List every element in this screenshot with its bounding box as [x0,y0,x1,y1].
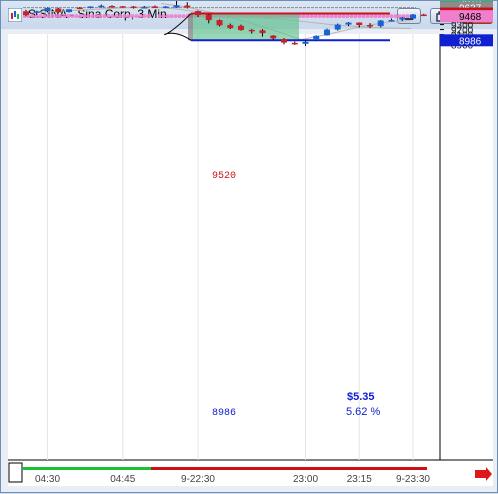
candle-body [66,9,72,13]
candle-body [216,20,223,26]
candle-body [302,41,309,44]
price-level-label: 8986 [459,36,482,47]
candle-body [345,22,352,25]
price-axis [440,34,493,460]
candle-body [356,22,363,26]
candle-body [130,6,137,9]
x-tick-label: 9-23:30 [396,474,430,485]
candle-body [109,6,115,8]
trade-range-shadow [188,13,193,41]
x-tick-label: 23:00 [293,474,318,485]
candle-body [195,11,201,16]
candle-body [313,35,320,41]
candle-body [55,8,62,13]
chart-navigator-box[interactable] [8,462,23,483]
candle-body [152,6,158,9]
candle-body [248,29,255,32]
candle-body [98,5,105,8]
candle-body [238,25,244,31]
candle-body [76,7,83,10]
x-tick-label: 23:15 [347,474,372,485]
candle-body [87,6,94,9]
candle-body [270,35,277,39]
chart-window: S.SINA - Sina Corp, 3 Min 89009000910092… [0,0,498,493]
session-bar-red [151,467,427,470]
candle-body [291,42,298,45]
plot-area [8,34,440,460]
session-bar-green [23,467,151,470]
candle-body [367,25,373,27]
candle-body [281,39,287,43]
candle-body [388,20,395,22]
candle-body [259,30,266,34]
candle-body [33,11,40,13]
trade-percent-label: 5.62 % [346,406,380,418]
trade-entry-label: 9520 [212,171,236,182]
candle-body [399,17,406,20]
trade-profit-label: $5.35 [347,391,375,403]
price-level-label: 9468 [459,12,482,23]
candle-body [23,11,29,16]
candle-body [141,7,148,9]
candle-body [173,5,180,8]
candle-body [119,6,126,8]
candle-body [324,29,330,36]
candle-body [334,24,341,30]
x-tick-label: 04:30 [35,474,60,485]
candle-body [184,5,191,8]
candle-body [377,20,384,27]
candle-body [420,14,427,17]
candle-body [44,8,51,12]
trade-exit-label: 8986 [212,408,236,419]
x-tick-label: 9-22:30 [181,474,215,485]
candle-body [227,25,234,29]
candle-body [162,6,169,9]
price-chart: 8900900091009200930094009500960097009800… [8,1,493,486]
candle-body [205,14,212,21]
candle-body [410,14,416,19]
x-tick-label: 04:45 [110,474,135,485]
